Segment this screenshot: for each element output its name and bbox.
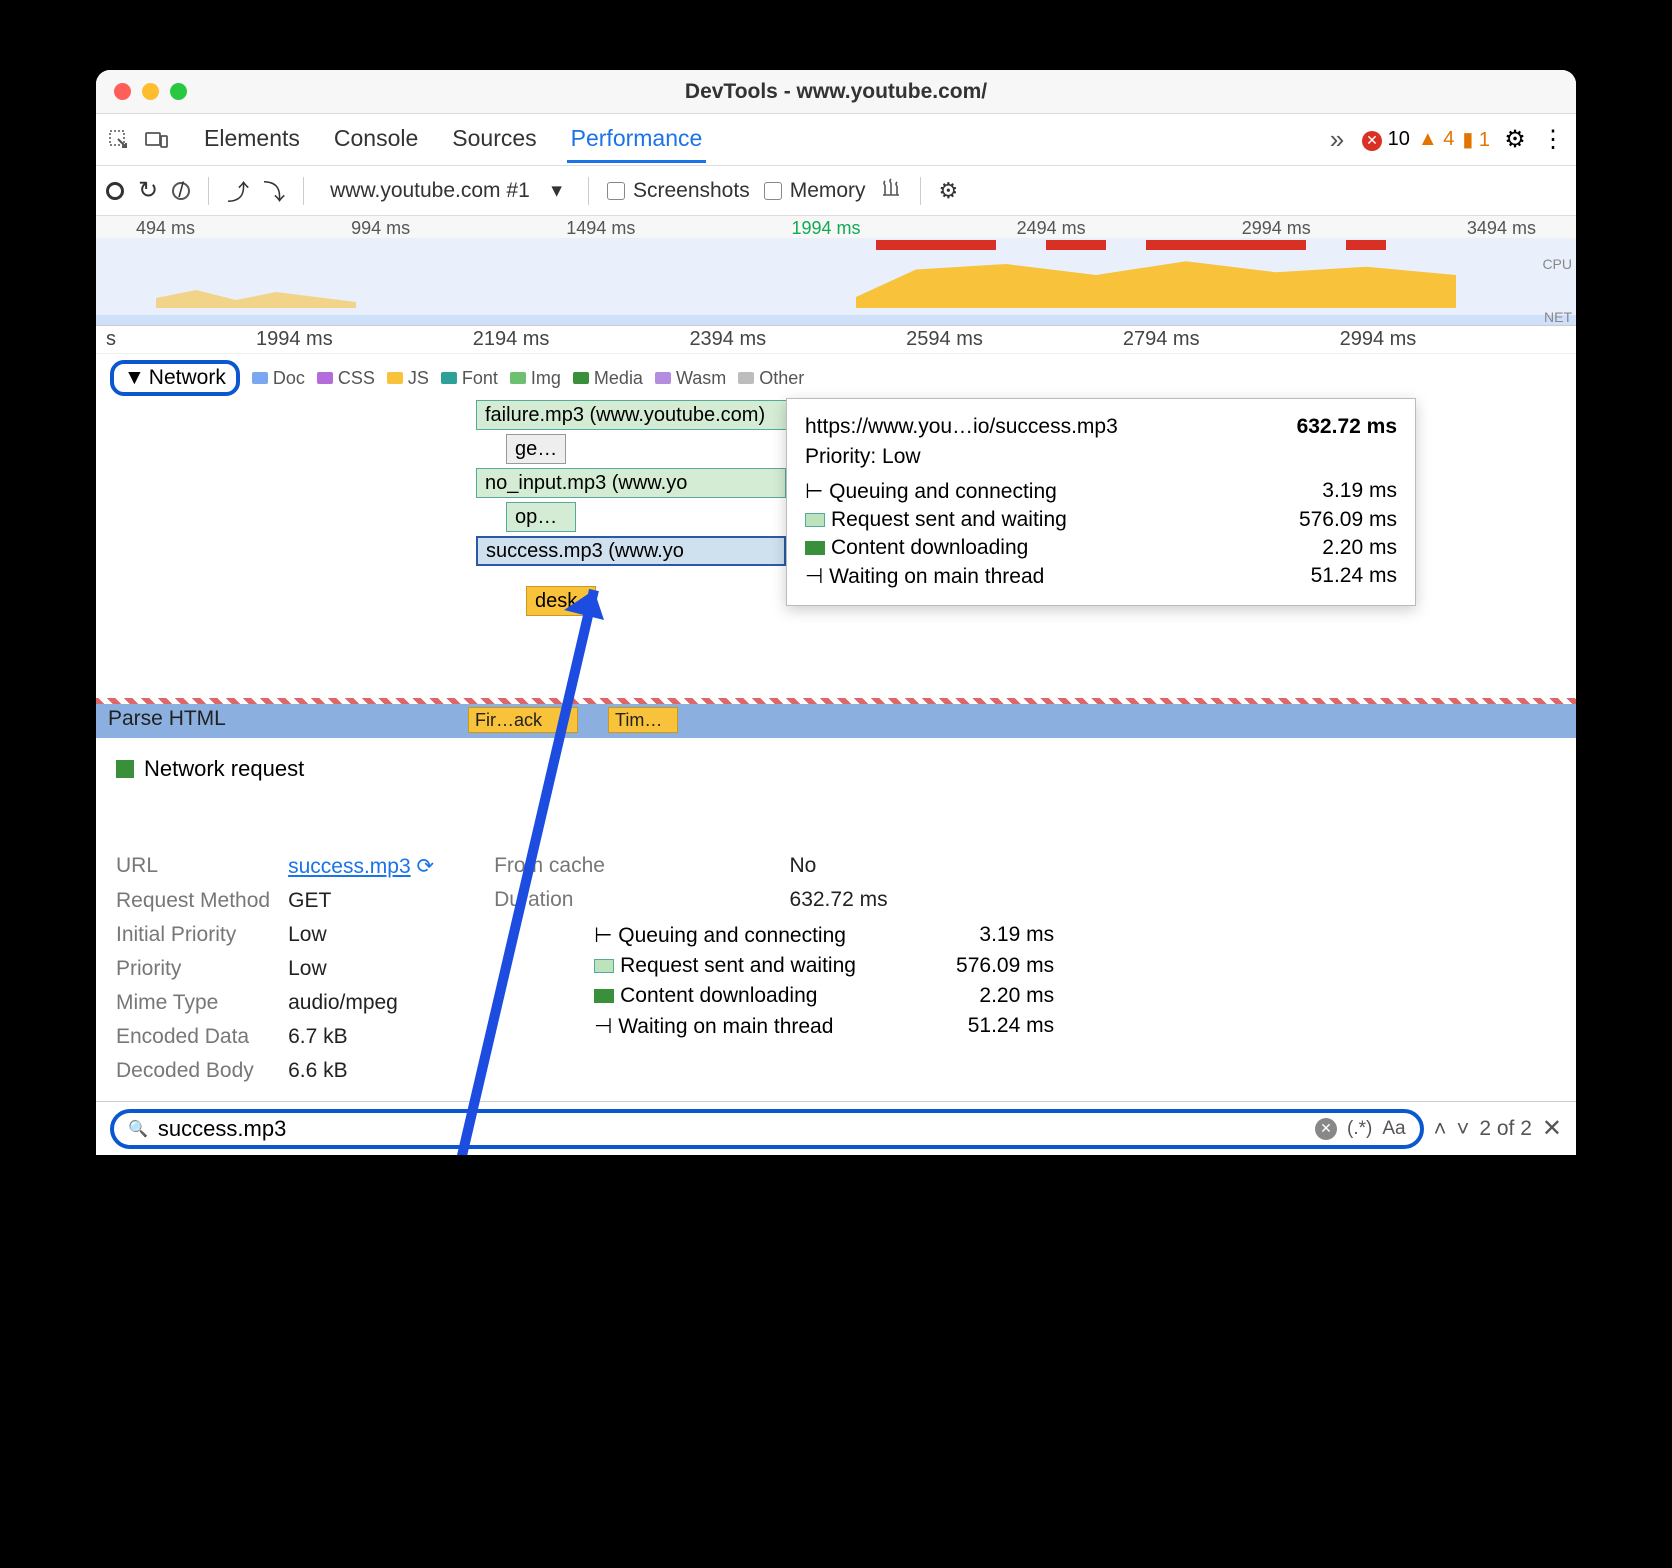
- network-track: ▼ Network Doc CSS JS Font Img Media Wasm…: [96, 354, 1576, 684]
- request-tooltip: https://www.you…io/success.mp3632.72 ms …: [786, 398, 1416, 606]
- flame-block[interactable]: Fir…ack: [468, 707, 578, 733]
- summary-title: Network request: [116, 756, 1556, 782]
- reload-record-button[interactable]: ↻: [138, 176, 158, 205]
- record-button[interactable]: [106, 182, 124, 200]
- flame-block[interactable]: Tim…: [608, 707, 678, 733]
- overview-tick: 1494 ms: [566, 218, 635, 239]
- issues-badge[interactable]: ▮ 1: [1462, 127, 1490, 152]
- match-count: 2 of 2: [1479, 1117, 1532, 1141]
- regex-toggle[interactable]: (.*): [1347, 1118, 1372, 1140]
- clear-search-icon[interactable]: ✕: [1315, 1118, 1337, 1140]
- warning-badge[interactable]: ▲ 4: [1418, 128, 1454, 151]
- summary-url-link[interactable]: success.mp3: [288, 855, 411, 878]
- summary-panel: Network request URLsuccess.mp3 ⟳ Request…: [96, 738, 1576, 1101]
- search-icon: 🔍: [128, 1119, 148, 1139]
- overview-tick: 3494 ms: [1467, 218, 1536, 239]
- next-match-button[interactable]: ˅: [1456, 1116, 1469, 1142]
- search-bar: 🔍 ✕ (.*) Aa ˄ ˅ 2 of 2 ✕: [96, 1101, 1576, 1155]
- kebab-menu-icon[interactable]: ⋮: [1540, 127, 1566, 153]
- tab-performance[interactable]: Performance: [567, 117, 707, 163]
- performance-toolbar: ↻ / ⤴ ⤵ www.youtube.com #1 ▾ Screenshots…: [96, 166, 1576, 216]
- detail-ruler[interactable]: s 1994 ms 2194 ms 2394 ms 2594 ms 2794 m…: [96, 326, 1576, 354]
- overview-tick: 2494 ms: [1017, 218, 1086, 239]
- overview-tick: 1994 ms: [791, 218, 860, 239]
- download-icon[interactable]: ⤵: [263, 175, 285, 207]
- garbage-collect-icon[interactable]: [880, 177, 902, 205]
- capture-settings-icon[interactable]: ⚙: [939, 178, 959, 204]
- memory-checkbox[interactable]: Memory: [764, 179, 866, 203]
- overview-tick: 494 ms: [136, 218, 195, 239]
- close-window-button[interactable]: [114, 83, 131, 100]
- window-title: DevTools - www.youtube.com/: [685, 80, 987, 104]
- screenshots-checkbox[interactable]: Screenshots: [607, 179, 750, 203]
- request-bar-op[interactable]: op…: [506, 502, 576, 532]
- request-bar-ge[interactable]: ge…: [506, 434, 566, 464]
- prev-match-button[interactable]: ˄: [1434, 1116, 1447, 1142]
- overview-tick: 994 ms: [351, 218, 410, 239]
- main-toolbar: Elements Console Sources Performance » ✕…: [96, 114, 1576, 166]
- request-bar-success[interactable]: success.mp3 (www.yo: [476, 536, 786, 566]
- net-label: NET: [1544, 309, 1572, 325]
- inspect-icon[interactable]: [106, 127, 132, 153]
- search-input[interactable]: [158, 1116, 1305, 1142]
- overview-tick: 2994 ms: [1242, 218, 1311, 239]
- minimize-window-button[interactable]: [142, 83, 159, 100]
- tab-sources[interactable]: Sources: [448, 117, 540, 163]
- titlebar: DevTools - www.youtube.com/: [96, 70, 1576, 114]
- close-search-button[interactable]: ✕: [1542, 1114, 1562, 1143]
- retry-icon[interactable]: ⟳: [417, 855, 435, 878]
- timeline-overview[interactable]: 494 ms 994 ms 1494 ms 1994 ms 2494 ms 29…: [96, 216, 1576, 326]
- device-mode-icon[interactable]: [144, 127, 170, 153]
- more-tabs-icon[interactable]: »: [1324, 127, 1350, 153]
- clear-button[interactable]: /: [172, 179, 190, 203]
- parse-html-block[interactable]: Parse HTML: [108, 707, 388, 735]
- recording-selector[interactable]: www.youtube.com #1 ▾: [322, 176, 570, 205]
- devtools-window: DevTools - www.youtube.com/ Elements Con…: [96, 70, 1576, 1155]
- network-track-label[interactable]: ▼ Network: [110, 360, 240, 396]
- tab-elements[interactable]: Elements: [200, 117, 304, 163]
- cpu-label: CPU: [1542, 256, 1572, 272]
- maximize-window-button[interactable]: [170, 83, 187, 100]
- upload-icon[interactable]: ⤴: [227, 175, 249, 207]
- settings-icon[interactable]: ⚙: [1502, 127, 1528, 153]
- error-badge[interactable]: ✕ 10: [1362, 128, 1410, 151]
- request-bar-desk[interactable]: desk: [526, 586, 596, 616]
- request-bar-noinput[interactable]: no_input.mp3 (www.yo: [476, 468, 786, 498]
- case-toggle[interactable]: Aa: [1382, 1118, 1405, 1140]
- tab-console[interactable]: Console: [330, 117, 422, 163]
